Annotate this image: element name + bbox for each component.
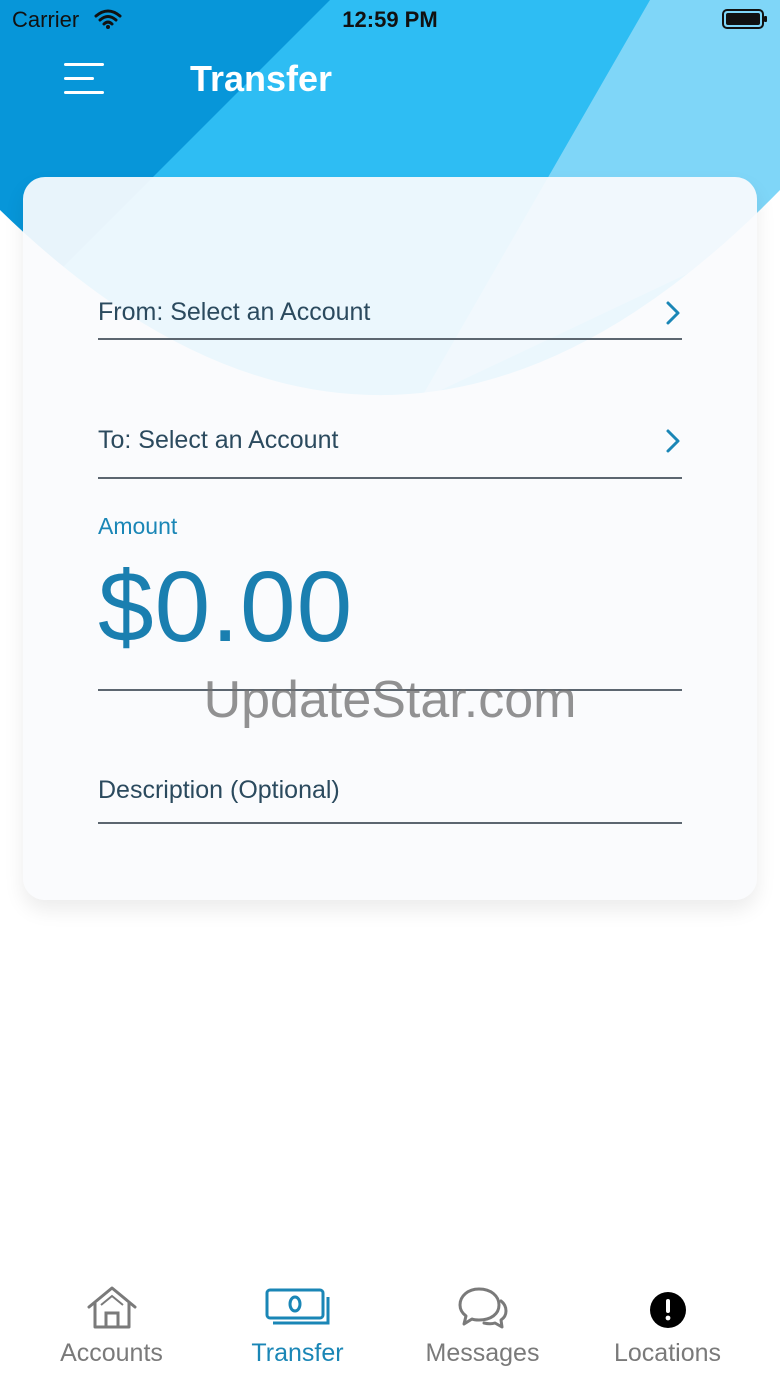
to-account-selector[interactable]: To: Select an Account [98, 420, 682, 479]
alert-circle-icon [570, 1285, 765, 1336]
to-account-label: To: Select an Account [98, 426, 339, 454]
watermark: UpdateStar.com [203, 671, 577, 729]
battery-icon [722, 9, 768, 34]
tab-label: Messages [425, 1339, 540, 1367]
chevron-right-icon [664, 300, 682, 331]
tab-accounts[interactable]: Accounts [14, 1275, 209, 1387]
from-account-label: From: Select an Account [98, 298, 371, 326]
chevron-right-icon [664, 428, 682, 459]
tab-label: Transfer [251, 1339, 344, 1367]
amount-value: $0.00 [98, 551, 354, 663]
tab-label: Locations [613, 1339, 722, 1367]
description-input[interactable]: Description (Optional) [98, 770, 682, 824]
money-icon [200, 1285, 395, 1336]
clock: 12:59 PM [342, 7, 438, 32]
tab-transfer[interactable]: Transfer [200, 1275, 395, 1387]
chat-bubbles-icon [385, 1285, 580, 1336]
home-icon [14, 1285, 209, 1336]
page-title: Transfer [190, 58, 333, 99]
tab-messages[interactable]: Messages [385, 1275, 580, 1387]
tab-locations[interactable]: Locations [570, 1275, 765, 1387]
from-account-selector[interactable]: From: Select an Account [98, 290, 682, 340]
tab-label: Accounts [60, 1339, 163, 1367]
amount-label: Amount [98, 513, 178, 539]
status-bar: Carrier 12:59 PM [0, 0, 780, 40]
bottom-tab-bar: Accounts Transfer Messages Locations [0, 1275, 780, 1387]
hamburger-menu-icon[interactable] [60, 60, 110, 100]
description-placeholder: Description (Optional) [98, 776, 340, 804]
